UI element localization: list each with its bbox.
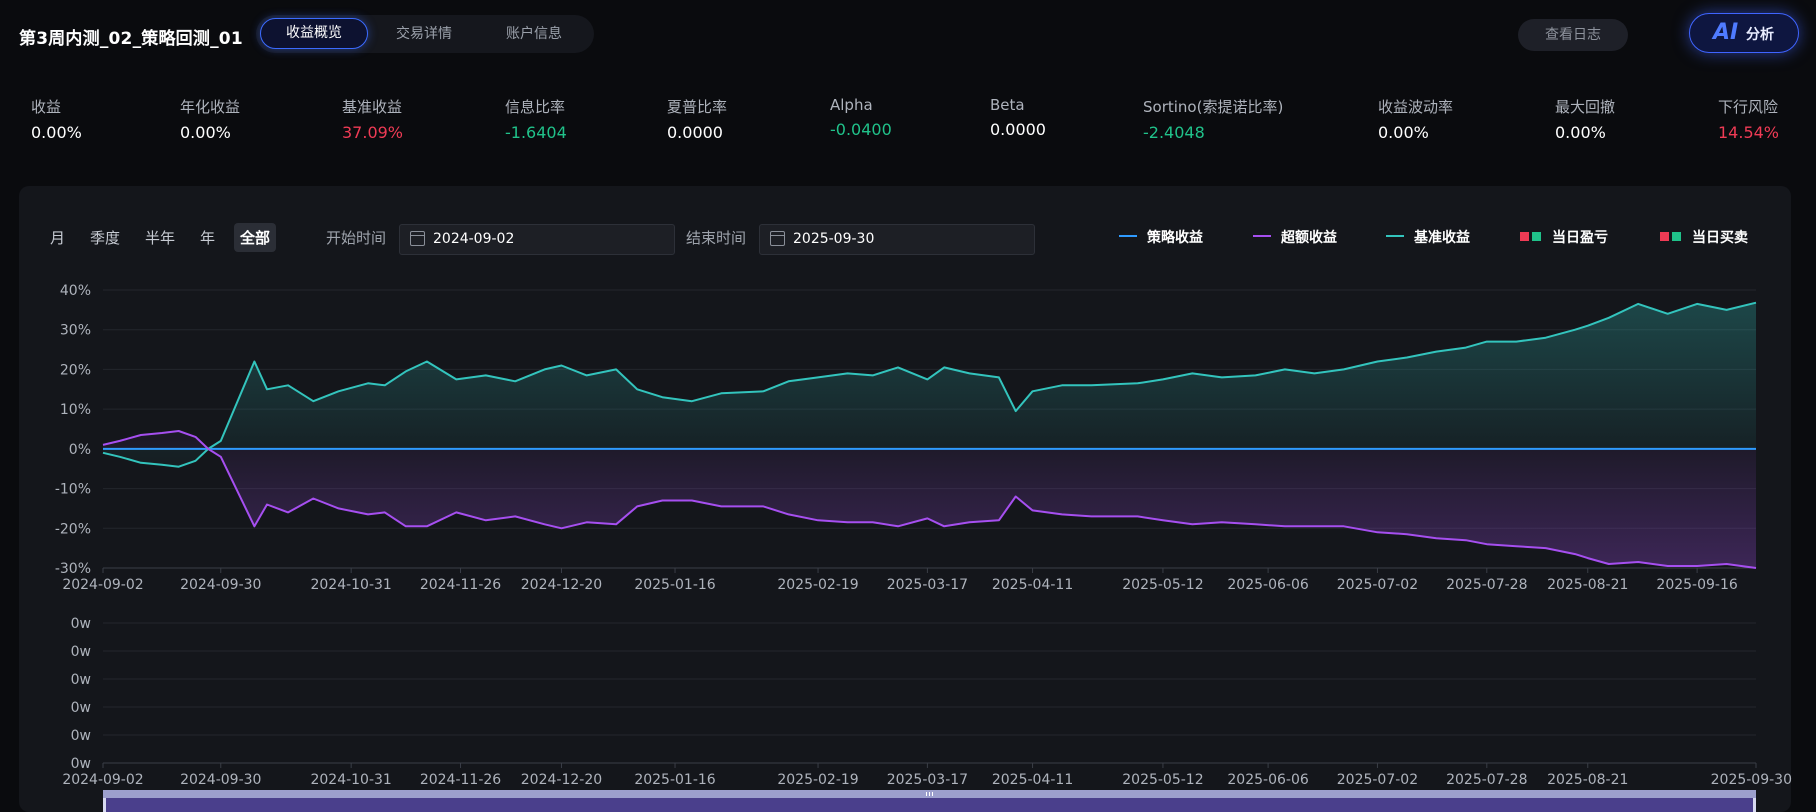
legend-line-icon [1119,235,1137,237]
legend-daily-pnl[interactable]: 当日盈亏 [1520,227,1608,247]
ai-analysis-button[interactable]: AI 分析 [1689,13,1799,53]
metric-value: -2.4048 [1143,123,1205,142]
metric-return: 收益 0.00% [31,96,82,142]
legend-red-square-icon [1520,231,1529,241]
legend-label: 当日买卖 [1692,230,1748,246]
top-bar: 第3周内测_02_策略回测_01 收益概览 交易详情 账户信息 查看日志 AI … [0,0,1816,70]
metric-sortino-ratio: Sortino(索提诺比率) -2.4048 [1143,96,1283,142]
metrics-row: 收益 0.00% 年化收益 0.00% 基准收益 37.09% 信息比率 -1.… [0,96,1816,156]
metric-label: 年化收益 [180,98,241,116]
legend-excess-return[interactable]: 超额收益 [1253,227,1337,247]
tab-trade-details[interactable]: 交易详情 [372,19,476,49]
start-date-picker[interactable]: 2024-09-02 [399,224,675,255]
range-all[interactable]: 全部 [234,223,277,252]
tab-account-info[interactable]: 账户信息 [482,19,586,49]
metric-label: 收益波动率 [1378,98,1454,116]
metric-value: 0.0000 [990,120,1046,139]
metric-value: 0.00% [31,123,82,142]
legend-green-square-icon [1672,231,1681,241]
metric-value: 0.00% [1378,123,1429,142]
metric-value: -0.0400 [830,120,892,139]
metric-downside-risk: 下行风险 14.54% [1718,96,1779,142]
metric-information-ratio: 信息比率 -1.6404 [505,96,567,142]
metric-volatility: 收益波动率 0.00% [1378,96,1453,142]
metric-label: 夏普比率 [667,98,728,116]
chart-panel: 月 季度 半年 年 全部 开始时间 2024-09-02 结束时间 2025-0… [19,186,1791,812]
end-time-label: 结束时间 [686,229,747,247]
end-date-picker[interactable]: 2025-09-30 [759,224,1035,255]
metric-label: Beta [990,96,1025,114]
legend-label: 策略收益 [1147,230,1203,246]
strategy-title: 第3周内测_02_策略回测_01 [19,29,243,49]
metric-value: 0.00% [180,123,231,142]
metric-label: 信息比率 [505,98,566,116]
tab-overview[interactable]: 收益概览 [260,18,368,49]
metric-label: 最大回撤 [1555,98,1616,116]
legend-daily-trades[interactable]: 当日买卖 [1660,227,1748,247]
metric-value: 37.09% [342,123,404,142]
metric-value: 0.0000 [667,123,723,142]
ai-icon: AI [1713,20,1739,45]
metric-label: 下行风险 [1718,98,1779,116]
metric-benchmark-return: 基准收益 37.09% [342,96,403,142]
legend-benchmark-return[interactable]: 基准收益 [1386,227,1470,247]
range-half-year[interactable]: 半年 [145,227,175,248]
metric-label: 基准收益 [342,98,403,116]
legend-red-square-icon [1660,231,1669,241]
metric-label: Sortino(索提诺比率) [1143,98,1284,116]
legend-green-square-icon [1532,231,1541,241]
ai-analysis-label: 分析 [1746,27,1774,43]
metric-label: Alpha [830,96,873,114]
legend-strategy-return[interactable]: 策略收益 [1119,227,1203,247]
start-time-label: 开始时间 [326,229,387,247]
range-year[interactable]: 年 [200,227,215,248]
end-date-value: 2025-09-30 [793,231,875,247]
legend-label: 基准收益 [1414,230,1470,246]
view-log-button[interactable]: 查看日志 [1518,19,1628,51]
metric-max-drawdown: 最大回撤 0.00% [1555,96,1615,142]
legend-line-icon [1253,235,1271,237]
tab-group: 收益概览 交易详情 账户信息 [256,15,594,53]
legend-label: 当日盈亏 [1552,230,1608,246]
legend-label: 超额收益 [1281,230,1337,246]
calendar-icon [410,231,425,246]
metric-value: 14.54% [1718,123,1780,142]
metric-label: 收益 [31,98,62,116]
calendar-icon [770,231,785,246]
metric-beta: Beta 0.0000 [990,96,1046,139]
legend-line-icon [1386,235,1404,237]
metric-value: 0.00% [1555,123,1606,142]
range-month[interactable]: 月 [50,227,65,248]
metric-value: -1.6404 [505,123,567,142]
metric-sharpe-ratio: 夏普比率 0.0000 [667,96,727,142]
metric-alpha: Alpha -0.0400 [830,96,892,139]
start-date-value: 2024-09-02 [433,231,515,247]
range-quarter[interactable]: 季度 [90,227,120,248]
metric-annualized-return: 年化收益 0.00% [180,96,240,142]
